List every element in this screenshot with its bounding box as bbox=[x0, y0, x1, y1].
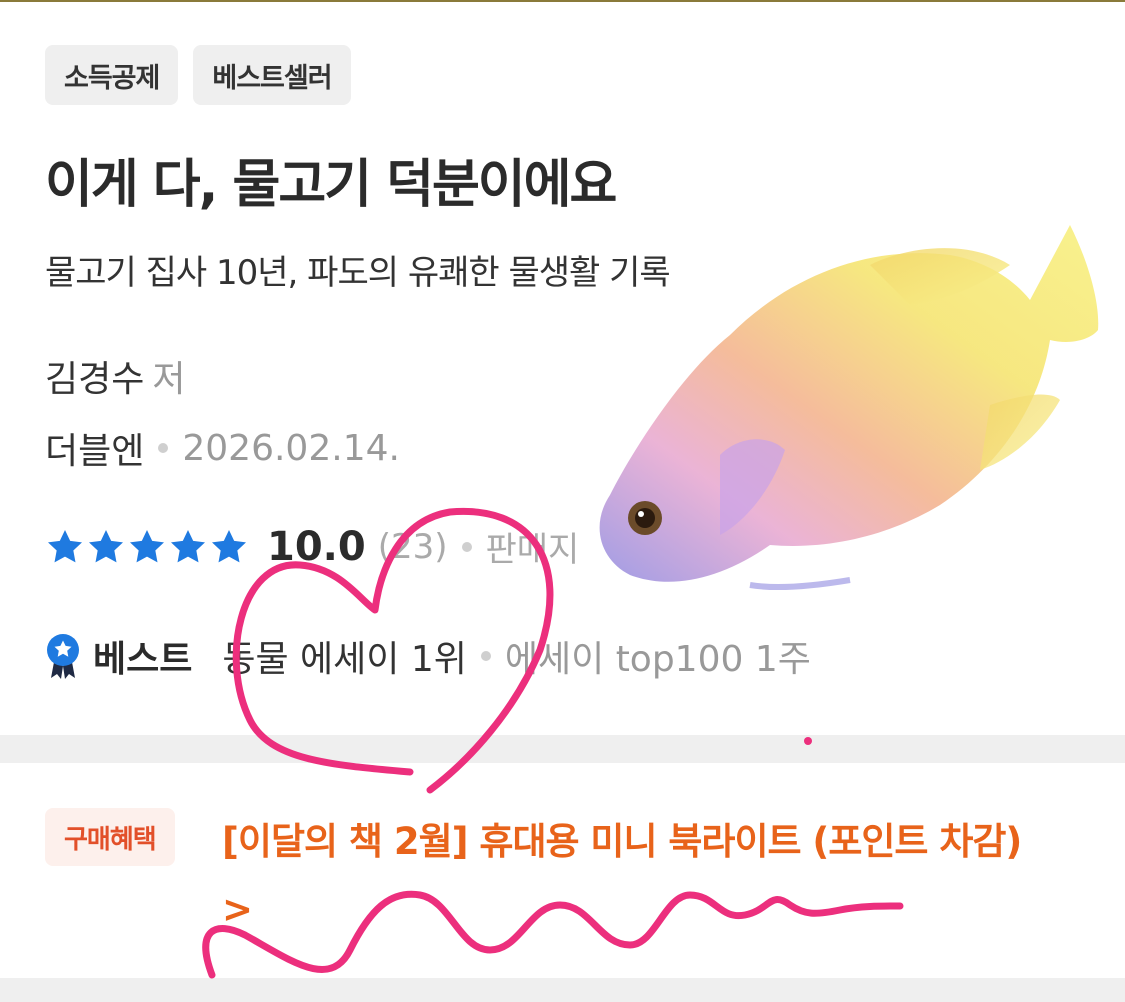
author-line: 김경수 저 bbox=[45, 350, 186, 402]
star-icon bbox=[212, 529, 246, 562]
author-role: 저 bbox=[152, 359, 186, 400]
star-rating bbox=[45, 527, 249, 567]
separator-dot bbox=[158, 443, 169, 453]
section-divider bbox=[0, 735, 1125, 763]
star-icon bbox=[171, 529, 205, 562]
rank-category-primary: 동물 에세이 1위 bbox=[222, 639, 467, 680]
tag-chip-bestseller[interactable]: 베스트셀러 bbox=[193, 45, 351, 105]
tag-chips: 소득공제 베스트셀러 bbox=[45, 45, 351, 105]
fish-illustration bbox=[599, 225, 1099, 591]
purchase-benefit-tag: 구매혜택 bbox=[45, 808, 175, 866]
rating-row[interactable]: 10.0 (23) 판매지 bbox=[45, 522, 579, 571]
publish-date: 2026.02.14. bbox=[182, 427, 400, 469]
book-title: 이게 다, 물고기 덕분이에요 bbox=[45, 155, 617, 215]
star-icon bbox=[48, 529, 82, 562]
author-name[interactable]: 김경수 bbox=[45, 359, 144, 400]
bestseller-rank-row[interactable]: 베스트 동물 에세이 1위 에세이 top100 1주 bbox=[45, 630, 811, 682]
section-divider bbox=[0, 978, 1125, 1002]
separator-dot bbox=[461, 541, 472, 552]
review-count[interactable]: (23) bbox=[378, 527, 448, 567]
best-badge-icon bbox=[47, 634, 79, 679]
star-icon bbox=[89, 529, 123, 562]
sales-index: 판매지 bbox=[485, 530, 580, 570]
rating-score: 10.0 bbox=[267, 523, 366, 570]
best-label: 베스트 bbox=[93, 639, 193, 680]
top-border bbox=[0, 0, 1125, 2]
publisher-name[interactable]: 더블엔 bbox=[45, 422, 144, 474]
rank-category-secondary: 에세이 top100 1주 bbox=[504, 639, 811, 680]
publisher-line: 더블엔 2026.02.14. bbox=[45, 422, 400, 474]
purchase-benefit-link[interactable]: [이달의 책 2월] 휴대용 미니 북라이트 (포인트 차감) > bbox=[222, 808, 1052, 944]
star-icon bbox=[130, 529, 164, 562]
tag-chip-income-deduction[interactable]: 소득공제 bbox=[45, 45, 179, 105]
separator-dot bbox=[480, 651, 491, 661]
